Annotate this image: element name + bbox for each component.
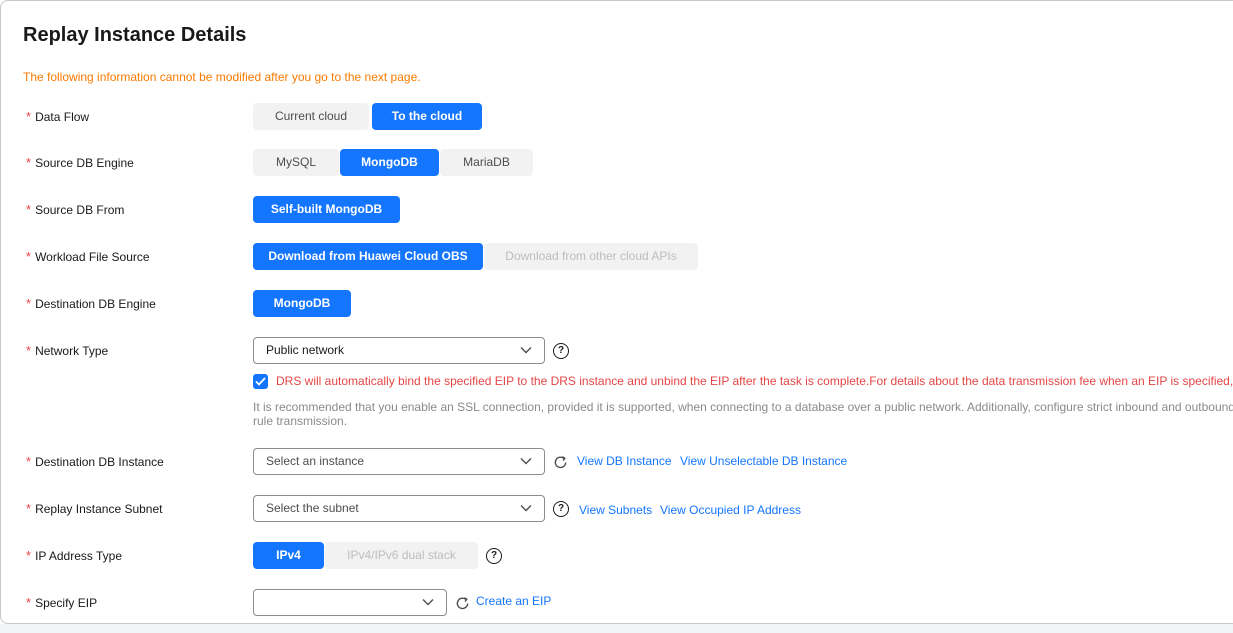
source-db-from-label: * Source DB From [26,202,125,217]
ip-type-option-dual-stack: IPv4/IPv6 dual stack [325,542,478,569]
chevron-down-icon [520,458,532,465]
subnet-placeholder: Select the subnet [266,501,359,515]
source-from-option-self-built[interactable]: Self-built MongoDB [253,196,400,223]
required-star: * [26,501,32,516]
ip-type-option-ipv4[interactable]: IPv4 [253,542,324,569]
source-db-engine-label: * Source DB Engine [26,155,134,170]
required-star: * [26,202,32,217]
data-flow-option-current-cloud[interactable]: Current cloud [253,103,369,130]
required-star: * [26,155,32,170]
source-engine-option-mariadb[interactable]: MariaDB [440,149,533,176]
source-engine-option-mysql[interactable]: MySQL [253,149,339,176]
source-engine-option-mongodb[interactable]: MongoDB [340,149,439,176]
view-subnets-link[interactable]: View Subnets [579,500,652,520]
network-type-select[interactable]: Public network [253,337,545,364]
warning-note: The following information cannot be modi… [23,70,421,84]
network-type-label: * Network Type [26,343,109,358]
replay-instance-subnet-label: * Replay Instance Subnet [26,501,163,516]
check-icon [255,377,266,386]
refresh-icon[interactable] [553,455,568,470]
subnet-select[interactable]: Select the subnet [253,495,545,522]
required-star: * [26,595,32,610]
required-star: * [26,454,32,469]
destination-instance-select[interactable]: Select an instance [253,448,545,475]
replay-instance-card [0,0,1233,624]
destination-db-instance-label: * Destination DB Instance [26,454,164,469]
ssl-recommendation-note: It is recommended that you enable an SSL… [253,400,1233,428]
destination-instance-placeholder: Select an instance [266,454,365,468]
refresh-icon[interactable] [455,596,470,611]
eip-select[interactable] [253,589,447,616]
auto-bind-eip-text: DRS will automatically bind the specifie… [276,374,1233,388]
data-flow-option-to-the-cloud[interactable]: To the cloud [372,103,482,130]
workload-option-huawei-obs[interactable]: Download from Huawei Cloud OBS [253,243,483,270]
data-flow-label: * Data Flow [26,109,90,124]
required-star: * [26,249,32,264]
view-occupied-ip-address-link[interactable]: View Occupied IP Address [660,500,801,520]
chevron-down-icon [422,599,434,606]
destination-engine-option-mongodb[interactable]: MongoDB [253,290,351,317]
ip-address-type-label: * IP Address Type [26,548,123,563]
specify-eip-label: * Specify EIP [26,595,98,610]
view-unselectable-db-instance-link[interactable]: View Unselectable DB Instance [680,451,847,471]
required-star: * [26,109,32,124]
chevron-down-icon [520,505,532,512]
required-star: * [26,548,32,563]
page-title: Replay Instance Details [23,24,247,46]
network-type-value: Public network [266,343,345,357]
destination-db-engine-label: * Destination DB Engine [26,296,156,311]
auto-bind-eip-checkbox[interactable] [253,374,268,389]
required-star: * [26,343,32,358]
view-db-instance-link[interactable]: View DB Instance [577,451,672,471]
page-bottom-strip [0,624,1233,633]
question-circle-icon[interactable]: ? [553,343,569,359]
required-star: * [26,296,32,311]
chevron-down-icon [520,347,532,354]
workload-file-source-label: * Workload File Source [26,249,150,264]
workload-option-other-cloud-apis: Download from other cloud APIs [484,243,698,270]
question-circle-icon[interactable]: ? [486,548,502,564]
create-eip-link[interactable]: Create an EIP [476,591,551,611]
question-circle-icon[interactable]: ? [553,501,569,517]
